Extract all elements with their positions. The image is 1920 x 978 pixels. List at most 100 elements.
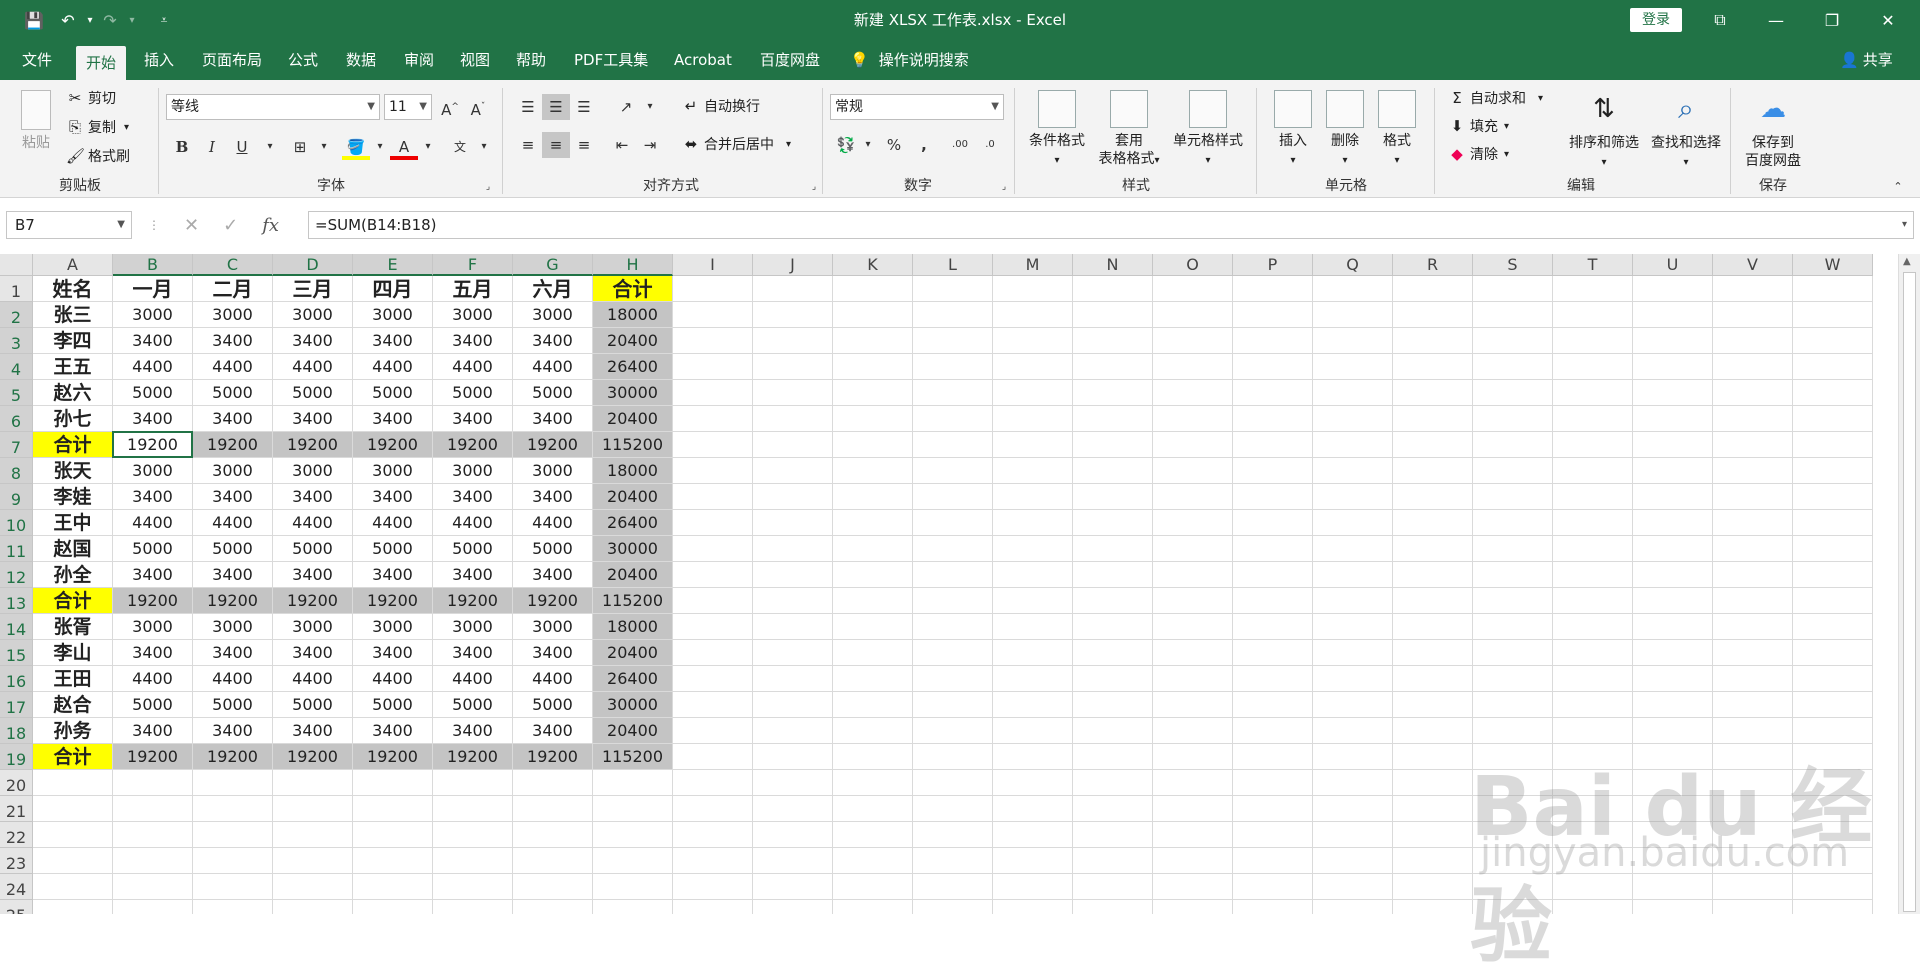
cell-k8[interactable] <box>833 458 913 484</box>
cell-e1[interactable]: 四月 <box>353 276 433 302</box>
cell-l24[interactable] <box>913 874 993 900</box>
cell-j25[interactable] <box>753 900 833 914</box>
enter-icon[interactable]: ✓ <box>223 215 238 236</box>
cell-i19[interactable] <box>673 744 753 770</box>
cell-m2[interactable] <box>993 302 1073 328</box>
cell-h5[interactable]: 30000 <box>593 380 673 406</box>
cell-p17[interactable] <box>1233 692 1313 718</box>
cell-k19[interactable] <box>833 744 913 770</box>
cell-f24[interactable] <box>433 874 513 900</box>
increase-indent-icon[interactable]: ⇥ <box>636 132 664 158</box>
cell-a9[interactable]: 李娃 <box>33 484 113 510</box>
cell-i3[interactable] <box>673 328 753 354</box>
align-right-icon[interactable]: ≡ <box>570 132 598 158</box>
cell-g9[interactable]: 3400 <box>513 484 593 510</box>
cell-c16[interactable]: 4400 <box>193 666 273 692</box>
cell-p20[interactable] <box>1233 770 1313 796</box>
cell-t22[interactable] <box>1553 822 1633 848</box>
cell-e18[interactable]: 3400 <box>353 718 433 744</box>
cell-e17[interactable]: 5000 <box>353 692 433 718</box>
cell-a3[interactable]: 李四 <box>33 328 113 354</box>
cell-d9[interactable]: 3400 <box>273 484 353 510</box>
cell-m3[interactable] <box>993 328 1073 354</box>
cell-d3[interactable]: 3400 <box>273 328 353 354</box>
column-header-h[interactable]: H <box>593 254 673 276</box>
cell-i6[interactable] <box>673 406 753 432</box>
cell-a14[interactable]: 张胥 <box>33 614 113 640</box>
cell-r14[interactable] <box>1393 614 1473 640</box>
cell-q24[interactable] <box>1313 874 1393 900</box>
cell-u2[interactable] <box>1633 302 1713 328</box>
dialog-launcher-icon[interactable]: ⌟ <box>996 174 1012 200</box>
cell-l10[interactable] <box>913 510 993 536</box>
fill-button[interactable]: ⬇ 填充 ▾ <box>1448 116 1509 136</box>
cell-d18[interactable]: 3400 <box>273 718 353 744</box>
name-box[interactable]: B7 ▼ <box>6 211 132 239</box>
row-header-6[interactable]: 6 <box>0 406 33 432</box>
cell-o19[interactable] <box>1153 744 1233 770</box>
cell-p8[interactable] <box>1233 458 1313 484</box>
cell-l23[interactable] <box>913 848 993 874</box>
cell-l17[interactable] <box>913 692 993 718</box>
cell-h14[interactable]: 18000 <box>593 614 673 640</box>
cell-r23[interactable] <box>1393 848 1473 874</box>
cell-n2[interactable] <box>1073 302 1153 328</box>
cell-d19[interactable]: 19200 <box>273 744 353 770</box>
cell-c10[interactable]: 4400 <box>193 510 273 536</box>
cell-e16[interactable]: 4400 <box>353 666 433 692</box>
cell-l6[interactable] <box>913 406 993 432</box>
cell-s20[interactable] <box>1473 770 1553 796</box>
cell-c20[interactable] <box>193 770 273 796</box>
tab-file[interactable]: 文件 <box>12 40 62 80</box>
cell-t4[interactable] <box>1553 354 1633 380</box>
cell-d4[interactable]: 4400 <box>273 354 353 380</box>
cell-w17[interactable] <box>1793 692 1873 718</box>
cell-q16[interactable] <box>1313 666 1393 692</box>
decrease-indent-icon[interactable]: ⇤ <box>608 132 636 158</box>
cell-f11[interactable]: 5000 <box>433 536 513 562</box>
cell-t15[interactable] <box>1553 640 1633 666</box>
cell-f12[interactable]: 3400 <box>433 562 513 588</box>
cell-r9[interactable] <box>1393 484 1473 510</box>
cell-s2[interactable] <box>1473 302 1553 328</box>
dialog-launcher-icon[interactable]: ⌟ <box>806 174 822 200</box>
cell-w2[interactable] <box>1793 302 1873 328</box>
cell-h1[interactable]: 合计 <box>593 276 673 302</box>
cell-t6[interactable] <box>1553 406 1633 432</box>
cell-p3[interactable] <box>1233 328 1313 354</box>
cell-j2[interactable] <box>753 302 833 328</box>
cell-v11[interactable] <box>1713 536 1793 562</box>
cell-u17[interactable] <box>1633 692 1713 718</box>
column-header-j[interactable]: J <box>753 254 833 276</box>
share-button[interactable]: 👤 共享 <box>1840 40 1893 80</box>
login-button[interactable]: 登录 <box>1630 8 1682 32</box>
cell-q15[interactable] <box>1313 640 1393 666</box>
cell-b24[interactable] <box>113 874 193 900</box>
ribbon-display-icon[interactable]: ⧉ <box>1692 4 1748 36</box>
row-header-4[interactable]: 4 <box>0 354 33 380</box>
cell-j5[interactable] <box>753 380 833 406</box>
column-header-s[interactable]: S <box>1473 254 1553 276</box>
cell-r21[interactable] <box>1393 796 1473 822</box>
cell-g1[interactable]: 六月 <box>513 276 593 302</box>
cell-h15[interactable]: 20400 <box>593 640 673 666</box>
align-center-icon[interactable]: ≡ <box>542 132 570 158</box>
cell-d8[interactable]: 3000 <box>273 458 353 484</box>
cell-j8[interactable] <box>753 458 833 484</box>
cell-e20[interactable] <box>353 770 433 796</box>
cell-t17[interactable] <box>1553 692 1633 718</box>
cell-c7[interactable]: 19200 <box>193 432 273 458</box>
cell-t12[interactable] <box>1553 562 1633 588</box>
cell-t18[interactable] <box>1553 718 1633 744</box>
cell-m11[interactable] <box>993 536 1073 562</box>
cell-v6[interactable] <box>1713 406 1793 432</box>
cell-k16[interactable] <box>833 666 913 692</box>
cell-w23[interactable] <box>1793 848 1873 874</box>
cell-h4[interactable]: 26400 <box>593 354 673 380</box>
cell-v17[interactable] <box>1713 692 1793 718</box>
cell-t5[interactable] <box>1553 380 1633 406</box>
cell-s11[interactable] <box>1473 536 1553 562</box>
cell-s24[interactable] <box>1473 874 1553 900</box>
cell-b18[interactable]: 3400 <box>113 718 193 744</box>
cell-g19[interactable]: 19200 <box>513 744 593 770</box>
